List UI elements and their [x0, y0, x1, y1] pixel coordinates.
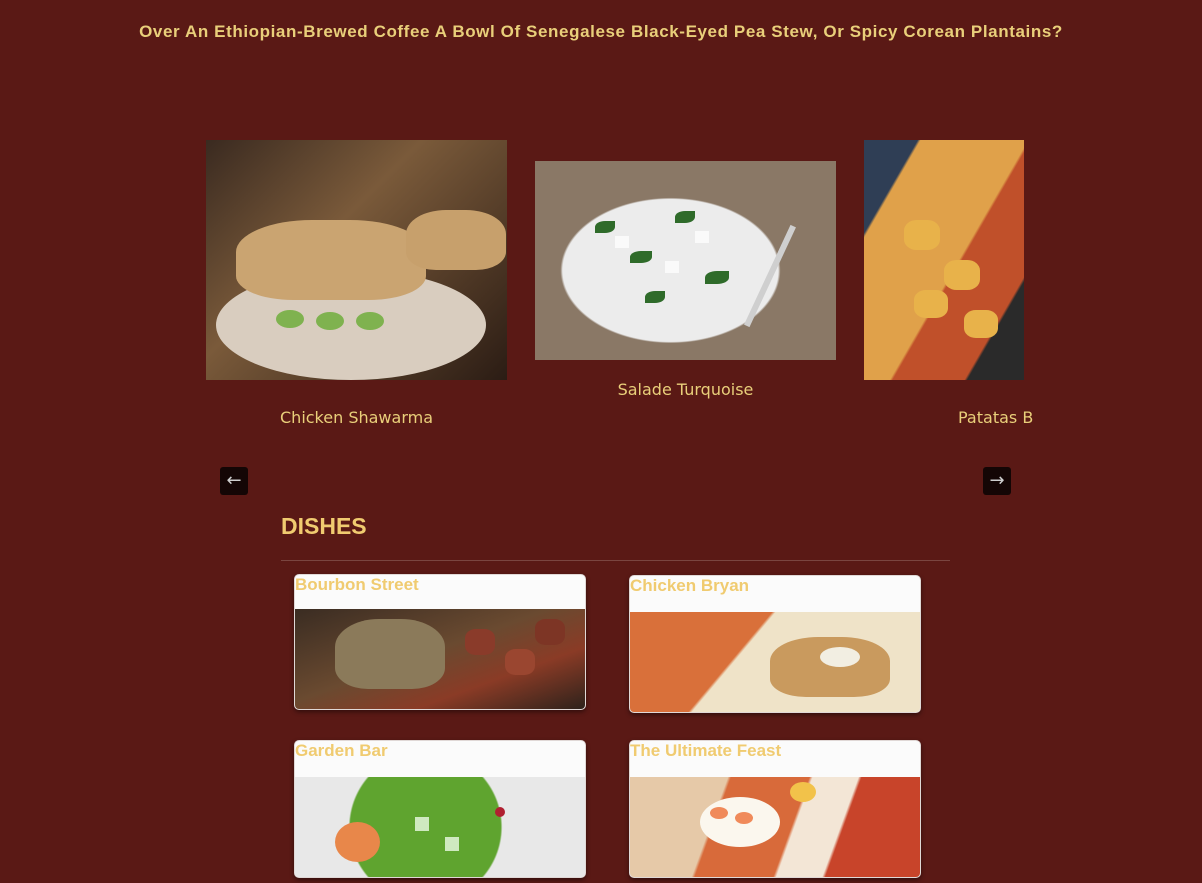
slide-caption: Salade Turquoise — [617, 380, 754, 399]
dish-card[interactable]: Garden Bar — [294, 740, 586, 878]
arrow-left-icon: ← — [226, 470, 242, 491]
carousel-slide[interactable]: Chicken Shawarma — [206, 140, 507, 427]
slide-image — [535, 161, 836, 360]
dish-title: Chicken Bryan — [630, 576, 750, 595]
dish-image — [295, 777, 585, 877]
dish-image — [630, 777, 920, 877]
section-divider — [281, 560, 950, 561]
dish-image — [295, 609, 585, 709]
slide-image — [206, 140, 507, 380]
slide-caption: Chicken Shawarma — [280, 408, 433, 427]
dish-title: The Ultimate Feast — [630, 741, 782, 760]
dish-title: Garden Bar — [295, 741, 388, 760]
dish-card[interactable]: The Ultimate Feast — [629, 740, 921, 878]
slide-caption: Patatas B — [958, 408, 1034, 427]
page-headline: Over An Ethiopian-Brewed Coffee A Bowl O… — [139, 22, 1063, 41]
carousel-prev-button[interactable]: ← — [220, 467, 248, 495]
dishes-heading: DISHES — [281, 513, 367, 539]
food-carousel: Chicken Shawarma Salade Turquoise Patata… — [206, 140, 1202, 440]
carousel-slide[interactable]: Patatas B — [864, 140, 1034, 427]
arrow-right-icon: → — [989, 470, 1005, 491]
dish-image — [630, 612, 920, 712]
dish-card[interactable]: Chicken Bryan — [629, 575, 921, 713]
slide-image — [864, 140, 1024, 380]
carousel-slide[interactable]: Salade Turquoise — [535, 161, 836, 399]
dish-title: Bourbon Street — [295, 575, 419, 594]
carousel-next-button[interactable]: → — [983, 467, 1011, 495]
dish-card[interactable]: Bourbon Street — [294, 574, 586, 710]
